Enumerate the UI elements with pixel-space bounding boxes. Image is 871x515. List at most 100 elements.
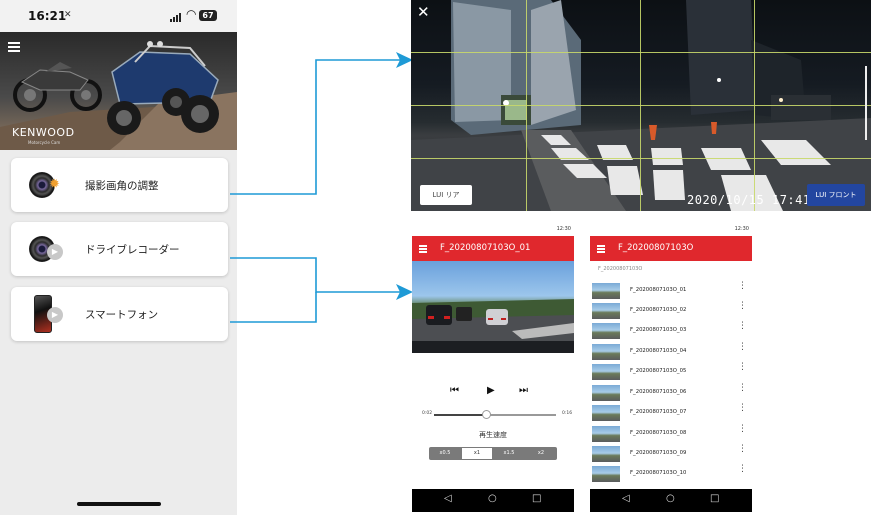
arrow-to-camera-view bbox=[230, 59, 400, 195]
list-item[interactable]: F_20200807103O_03 ⋮ bbox=[590, 321, 752, 341]
status-time: 12:30 bbox=[556, 226, 571, 232]
card-drive-recorder-label: ドライブレコーダー bbox=[85, 244, 180, 256]
speed-option[interactable]: x2 bbox=[526, 448, 556, 459]
status-bar: 12:30 bbox=[412, 225, 574, 236]
status-time: 12:30 bbox=[734, 226, 749, 232]
video-thumbnail bbox=[592, 283, 620, 299]
close-icon[interactable]: ✕ bbox=[417, 3, 430, 21]
file-name: F_20200807103O_01 bbox=[630, 287, 687, 293]
list-item[interactable]: F_20200807103O_01 ⋮ bbox=[590, 281, 752, 301]
speed-option[interactable]: x0.5 bbox=[430, 448, 460, 459]
file-name: F_20200807103O_08 bbox=[630, 430, 687, 436]
list-item[interactable]: F_20200807103O_08 ⋮ bbox=[590, 424, 752, 444]
card-drive-recorder[interactable]: ▶ ドライブレコーダー bbox=[11, 222, 228, 276]
more-options-icon[interactable]: ⋮ bbox=[738, 282, 747, 291]
file-name: F_20200807103O_07 bbox=[630, 409, 687, 415]
file-name: F_20200807103O_09 bbox=[630, 450, 687, 456]
video-thumbnail bbox=[592, 446, 620, 462]
app-toolbar: F_20200807103O bbox=[590, 236, 752, 261]
play-icon[interactable]: ▶ bbox=[487, 385, 495, 396]
video-thumbnail bbox=[592, 344, 620, 360]
status-bar: 12:30 bbox=[590, 225, 752, 236]
road-video-image bbox=[412, 299, 574, 353]
home-indicator[interactable] bbox=[77, 502, 161, 506]
more-options-icon[interactable]: ⋮ bbox=[738, 322, 747, 331]
list-item[interactable]: F_20200807103O_07 ⋮ bbox=[590, 403, 752, 423]
more-options-icon[interactable]: ⋮ bbox=[738, 465, 747, 474]
card-smartphone[interactable]: ▶ スマートフォン bbox=[11, 287, 228, 341]
arrow-to-player bbox=[230, 257, 400, 293]
zoom-slider[interactable] bbox=[865, 66, 867, 140]
list-item[interactable]: F_20200807103O_04 ⋮ bbox=[590, 342, 752, 362]
hamburger-menu-icon[interactable] bbox=[419, 245, 427, 253]
more-options-icon[interactable]: ⋮ bbox=[738, 302, 747, 311]
previous-icon[interactable]: ⏮ bbox=[450, 385, 459, 396]
camera-angle-view: ✕ 2020/10/15 17:41: LUI リア LUI フロント bbox=[411, 0, 871, 211]
more-options-icon[interactable]: ⋮ bbox=[738, 425, 747, 434]
file-list-screen: 12:30 F_20200807103O F_20200807103O F_20… bbox=[590, 225, 752, 512]
video-thumbnail bbox=[592, 323, 620, 339]
video-thumbnail bbox=[592, 466, 620, 482]
brand-subtitle: Motorcycle Cam bbox=[28, 140, 61, 145]
silent-bell-icon: ✕ bbox=[64, 10, 72, 20]
file-name: F_20200807103O_06 bbox=[630, 389, 687, 395]
hamburger-menu-icon[interactable] bbox=[597, 245, 605, 253]
list-item[interactable]: F_20200807103O_10 ⋮ bbox=[590, 464, 752, 484]
video-frame[interactable] bbox=[412, 261, 574, 353]
battery-icon: 67 bbox=[199, 10, 217, 21]
more-options-icon[interactable]: ⋮ bbox=[738, 384, 747, 393]
page-title: F_20200807103O_01 bbox=[440, 243, 531, 253]
cellular-signal-icon bbox=[170, 12, 184, 22]
more-options-icon[interactable]: ⋮ bbox=[738, 445, 747, 454]
video-thumbnail bbox=[592, 303, 620, 319]
seek-handle[interactable] bbox=[482, 410, 491, 419]
home-icon[interactable]: ○ bbox=[488, 493, 497, 504]
status-time: 16:21 bbox=[28, 9, 67, 23]
next-icon[interactable]: ⏭ bbox=[519, 385, 528, 396]
file-name: F_20200807103O_03 bbox=[630, 327, 687, 333]
video-thumbnail bbox=[592, 426, 620, 442]
list-item[interactable]: F_20200807103O_06 ⋮ bbox=[590, 383, 752, 403]
card-smartphone-label: スマートフォン bbox=[85, 309, 159, 321]
page-title: F_20200807103O bbox=[618, 243, 694, 253]
status-bar: 16:21 ✕ ◠ 67 bbox=[0, 0, 237, 32]
video-thumbnail bbox=[592, 405, 620, 421]
phone-screen: 16:21 ✕ ◠ 67 KENWOOD Motorcycle Cam ✹ 撮影… bbox=[0, 0, 237, 515]
card-angle-adjust-label: 撮影画角の調整 bbox=[85, 180, 159, 192]
speed-option[interactable]: x1.5 bbox=[494, 448, 524, 459]
list-item[interactable]: F_20200807103O_09 ⋮ bbox=[590, 444, 752, 464]
sun-sparkle-icon: ✹ bbox=[49, 177, 60, 192]
camera-timestamp: 2020/10/15 17:41: bbox=[687, 193, 819, 207]
app-toolbar: F_20200807103O_01 bbox=[412, 236, 574, 261]
file-name: F_20200807103O_02 bbox=[630, 307, 687, 313]
recents-icon[interactable]: □ bbox=[532, 493, 541, 504]
card-angle-adjust[interactable]: ✹ 撮影画角の調整 bbox=[11, 158, 228, 212]
play-badge-icon: ▶ bbox=[47, 307, 63, 323]
wifi-icon: ◠ bbox=[186, 7, 197, 21]
video-thumbnail bbox=[592, 385, 620, 401]
back-icon[interactable]: ◁ bbox=[622, 493, 630, 504]
seek-bar[interactable]: 0:02 0:16 bbox=[422, 410, 572, 420]
speed-selector: x0.5 x1 x1.5 x2 bbox=[429, 447, 557, 460]
play-badge-icon: ▶ bbox=[47, 244, 63, 260]
front-camera-button[interactable]: LUI フロント bbox=[807, 184, 865, 206]
more-options-icon[interactable]: ⋮ bbox=[738, 343, 747, 352]
hamburger-menu-icon[interactable] bbox=[8, 42, 20, 52]
recents-icon[interactable]: □ bbox=[710, 493, 719, 504]
android-nav-bar: ◁ ○ □ bbox=[412, 489, 574, 512]
file-name: F_20200807103O_10 bbox=[630, 470, 687, 476]
file-name: F_20200807103O_05 bbox=[630, 368, 687, 374]
list-item[interactable]: F_20200807103O_05 ⋮ bbox=[590, 362, 752, 382]
home-icon[interactable]: ○ bbox=[666, 493, 675, 504]
more-options-icon[interactable]: ⋮ bbox=[738, 363, 747, 372]
speed-option[interactable]: x1 bbox=[462, 448, 492, 459]
list-item[interactable]: F_20200807103O_02 ⋮ bbox=[590, 301, 752, 321]
rear-camera-button[interactable]: LUI リア bbox=[420, 185, 472, 205]
hero-banner: KENWOOD Motorcycle Cam bbox=[0, 32, 237, 150]
back-icon[interactable]: ◁ bbox=[444, 493, 452, 504]
time-total: 0:16 bbox=[562, 411, 573, 416]
time-elapsed: 0:02 bbox=[422, 411, 433, 416]
video-player-screen: 12:30 F_20200807103O_01 ⏮ ▶ ⏭ 0:02 0:16 … bbox=[412, 225, 574, 512]
folder-subtitle: F_20200807103O bbox=[598, 266, 643, 272]
more-options-icon[interactable]: ⋮ bbox=[738, 404, 747, 413]
